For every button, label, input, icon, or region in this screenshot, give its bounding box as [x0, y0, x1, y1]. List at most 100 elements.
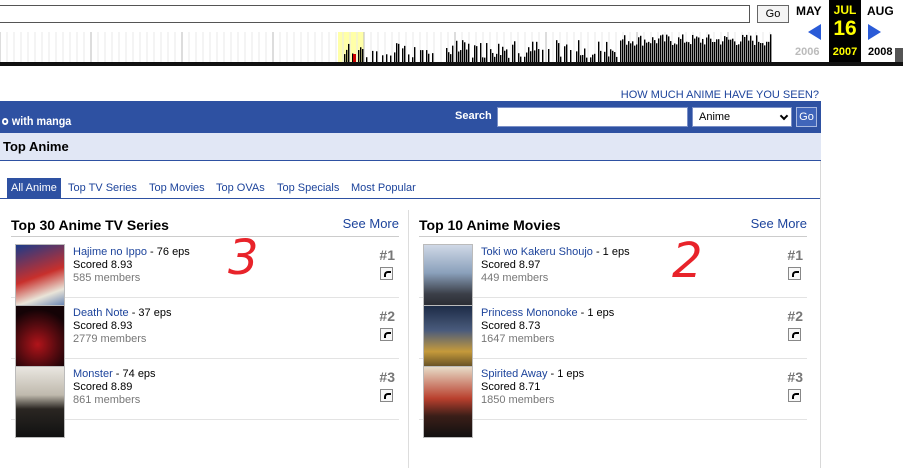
- tab-most-popular[interactable]: Most Popular: [347, 178, 420, 198]
- tab-top-ovas[interactable]: Top OVAs: [212, 178, 269, 198]
- capture-bar: [682, 34, 684, 62]
- capture-bar: [612, 50, 614, 62]
- capture-bar: [514, 41, 516, 62]
- capture-bar: [750, 35, 752, 62]
- capture-bar: [432, 53, 434, 62]
- wayback-prev-year[interactable]: 2006: [795, 46, 819, 58]
- entry-score: Scored 8.89: [73, 381, 133, 393]
- wayback-prev-month[interactable]: MAY: [796, 4, 822, 18]
- wayback-next-arrow-icon[interactable]: [868, 24, 881, 40]
- capture-bar: [450, 54, 452, 62]
- capture-bar: [724, 36, 726, 62]
- capture-bar: [734, 41, 736, 62]
- capture-bar: [648, 41, 650, 62]
- wayback-capture-sparkline[interactable]: [0, 32, 776, 62]
- capture-bar: [402, 48, 404, 62]
- add-to-list-icon[interactable]: [380, 328, 393, 341]
- capture-bar: [760, 43, 762, 62]
- capture-bar: [362, 49, 364, 62]
- capture-bar: [718, 39, 720, 62]
- entry-eps: - 76 eps: [147, 246, 190, 258]
- entry-rank: #3: [379, 369, 395, 385]
- capture-bar: [492, 52, 494, 62]
- capture-bar: [422, 50, 424, 62]
- wayback-url-input[interactable]: [0, 5, 750, 23]
- capture-bar: [668, 36, 670, 62]
- capture-bar: [656, 43, 658, 62]
- section-title: Top 10 Anime Movies: [419, 217, 561, 233]
- add-to-list-icon[interactable]: [788, 328, 801, 341]
- search-input[interactable]: [497, 107, 688, 127]
- wayback-current-date: JUL 16 2007: [829, 0, 861, 62]
- capture-bar: [720, 44, 722, 62]
- capture-bar: [530, 51, 532, 62]
- see-more-link[interactable]: See More: [343, 216, 399, 231]
- add-to-list-icon[interactable]: [788, 267, 801, 280]
- capture-bar: [692, 34, 694, 62]
- search-type-select[interactable]: Anime: [692, 107, 792, 127]
- capture-bar: [506, 49, 508, 62]
- wayback-next-year[interactable]: 2008: [868, 46, 892, 58]
- capture-bar: [592, 54, 594, 62]
- capture-bar: [744, 36, 746, 62]
- capture-bar: [456, 40, 458, 62]
- entry-eps: - 1 eps: [577, 307, 615, 319]
- capture-bar: [630, 43, 632, 62]
- site-logo[interactable]: with manga: [2, 114, 71, 128]
- capture-bar: [748, 40, 750, 62]
- entry-rank: #2: [379, 308, 395, 324]
- promo-link[interactable]: HOW MUCH ANIME HAVE YOU SEEN?: [621, 89, 819, 101]
- capture-bar: [532, 41, 534, 62]
- add-to-list-icon[interactable]: [788, 389, 801, 402]
- entry-title-link[interactable]: Spirited Away: [481, 368, 547, 380]
- capture-bar: [756, 35, 758, 62]
- capture-bar: [528, 47, 530, 62]
- tab-top-specials[interactable]: Top Specials: [273, 178, 343, 198]
- capture-bar: [474, 45, 476, 62]
- wayback-scroll-handle[interactable]: [895, 48, 903, 62]
- capture-bar: [738, 44, 740, 62]
- wayback-go-button[interactable]: Go: [757, 5, 789, 23]
- capture-bar: [372, 50, 374, 62]
- capture-bar: [580, 55, 582, 62]
- search-go-button[interactable]: Go: [796, 107, 817, 127]
- entry-info: Monster - 74 eps Scored 8.89 861 members: [73, 368, 156, 407]
- section-header: Top 30 Anime TV Series See More: [11, 213, 399, 237]
- capture-bar: [344, 54, 346, 62]
- add-to-list-icon[interactable]: [380, 267, 393, 280]
- entry-info: Death Note - 37 eps Scored 8.93 2779 mem…: [73, 307, 171, 346]
- entry-title-link[interactable]: Princess Mononoke: [481, 307, 578, 319]
- entry-title-link[interactable]: Hajime no Ippo: [73, 246, 147, 258]
- capture-bar: [666, 34, 668, 62]
- add-to-list-icon[interactable]: [380, 389, 393, 402]
- capture-bar: [746, 34, 748, 62]
- capture-bar: [620, 40, 622, 62]
- cover-image[interactable]: [15, 366, 65, 438]
- capture-bar: [382, 55, 384, 62]
- entry-members: 1647 members: [481, 333, 555, 345]
- capture-bar: [694, 38, 696, 62]
- tab-top-tv-series[interactable]: Top TV Series: [64, 178, 141, 198]
- capture-bar: [640, 35, 642, 62]
- capture-bar: [486, 43, 488, 62]
- see-more-link[interactable]: See More: [751, 216, 807, 231]
- entry-score: Scored 8.73: [481, 320, 541, 332]
- capture-bar: [766, 41, 768, 62]
- top-movies-section: Top 10 Anime Movies See More Toki wo Kak…: [419, 213, 807, 438]
- tab-top-movies[interactable]: Top Movies: [145, 178, 209, 198]
- capture-bar: [712, 41, 714, 62]
- section-header: Top 10 Anime Movies See More: [419, 213, 807, 237]
- entry-title-link[interactable]: Toki wo Kakeru Shoujo: [481, 246, 593, 258]
- wayback-next-month[interactable]: AUG: [867, 4, 894, 18]
- wayback-prev-arrow-icon[interactable]: [808, 24, 821, 40]
- capture-bar: [566, 44, 568, 62]
- capture-bar: [398, 43, 400, 62]
- entry-title-link[interactable]: Death Note: [73, 307, 129, 319]
- wayback-current-day: 16: [833, 17, 857, 40]
- cover-image[interactable]: [423, 366, 473, 438]
- entry-rank: #3: [787, 369, 803, 385]
- capture-bar: [496, 53, 498, 62]
- capture-bar: [742, 34, 744, 62]
- tab-all-anime[interactable]: All Anime: [7, 178, 61, 198]
- entry-title-link[interactable]: Monster: [73, 368, 113, 380]
